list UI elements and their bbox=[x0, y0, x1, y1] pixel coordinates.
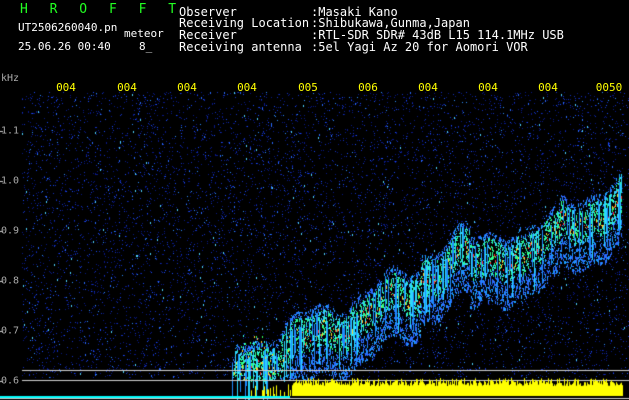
spectrogram-plot bbox=[0, 0, 629, 400]
datetime-label: 25.06.26 00:40 bbox=[18, 40, 111, 53]
x-tick-label: 004 bbox=[478, 81, 498, 94]
x-tick-label: 004 bbox=[117, 81, 137, 94]
x-tick-label: 0050 bbox=[595, 81, 623, 94]
y-axis-unit: kHz bbox=[1, 73, 20, 84]
y-tick-label: 0.8 bbox=[1, 275, 20, 287]
y-tick-label: 1.0 bbox=[1, 175, 20, 187]
page-number: 8_ bbox=[139, 40, 153, 53]
antenna-label: Receiving antenna bbox=[179, 40, 302, 54]
x-tick-label: 004 bbox=[56, 81, 76, 94]
y-tick-label: 1.1 bbox=[1, 125, 20, 137]
brand-title: H R O F F T bbox=[20, 2, 184, 17]
x-tick-label: 004 bbox=[177, 81, 197, 94]
x-tick-label: 005 bbox=[298, 81, 318, 94]
x-tick-label: 004 bbox=[418, 81, 438, 94]
antenna-value: :5el Yagi Az 20 for Aomori VOR bbox=[311, 40, 528, 54]
y-tick-label: 0.6 bbox=[1, 375, 20, 387]
y-tick-label: 0.7 bbox=[1, 325, 20, 337]
filename-suffix: meteor bbox=[124, 27, 164, 40]
spectrogram-screen: H R O F F T UT2506260040.pn meteor 25.06… bbox=[0, 0, 629, 400]
x-tick-label: 006 bbox=[358, 81, 378, 94]
filename-label: UT2506260040.pn bbox=[18, 21, 118, 34]
x-tick-label: 004 bbox=[538, 81, 558, 94]
y-tick-label: 0.9 bbox=[1, 225, 20, 237]
x-tick-label: 004 bbox=[237, 81, 257, 94]
